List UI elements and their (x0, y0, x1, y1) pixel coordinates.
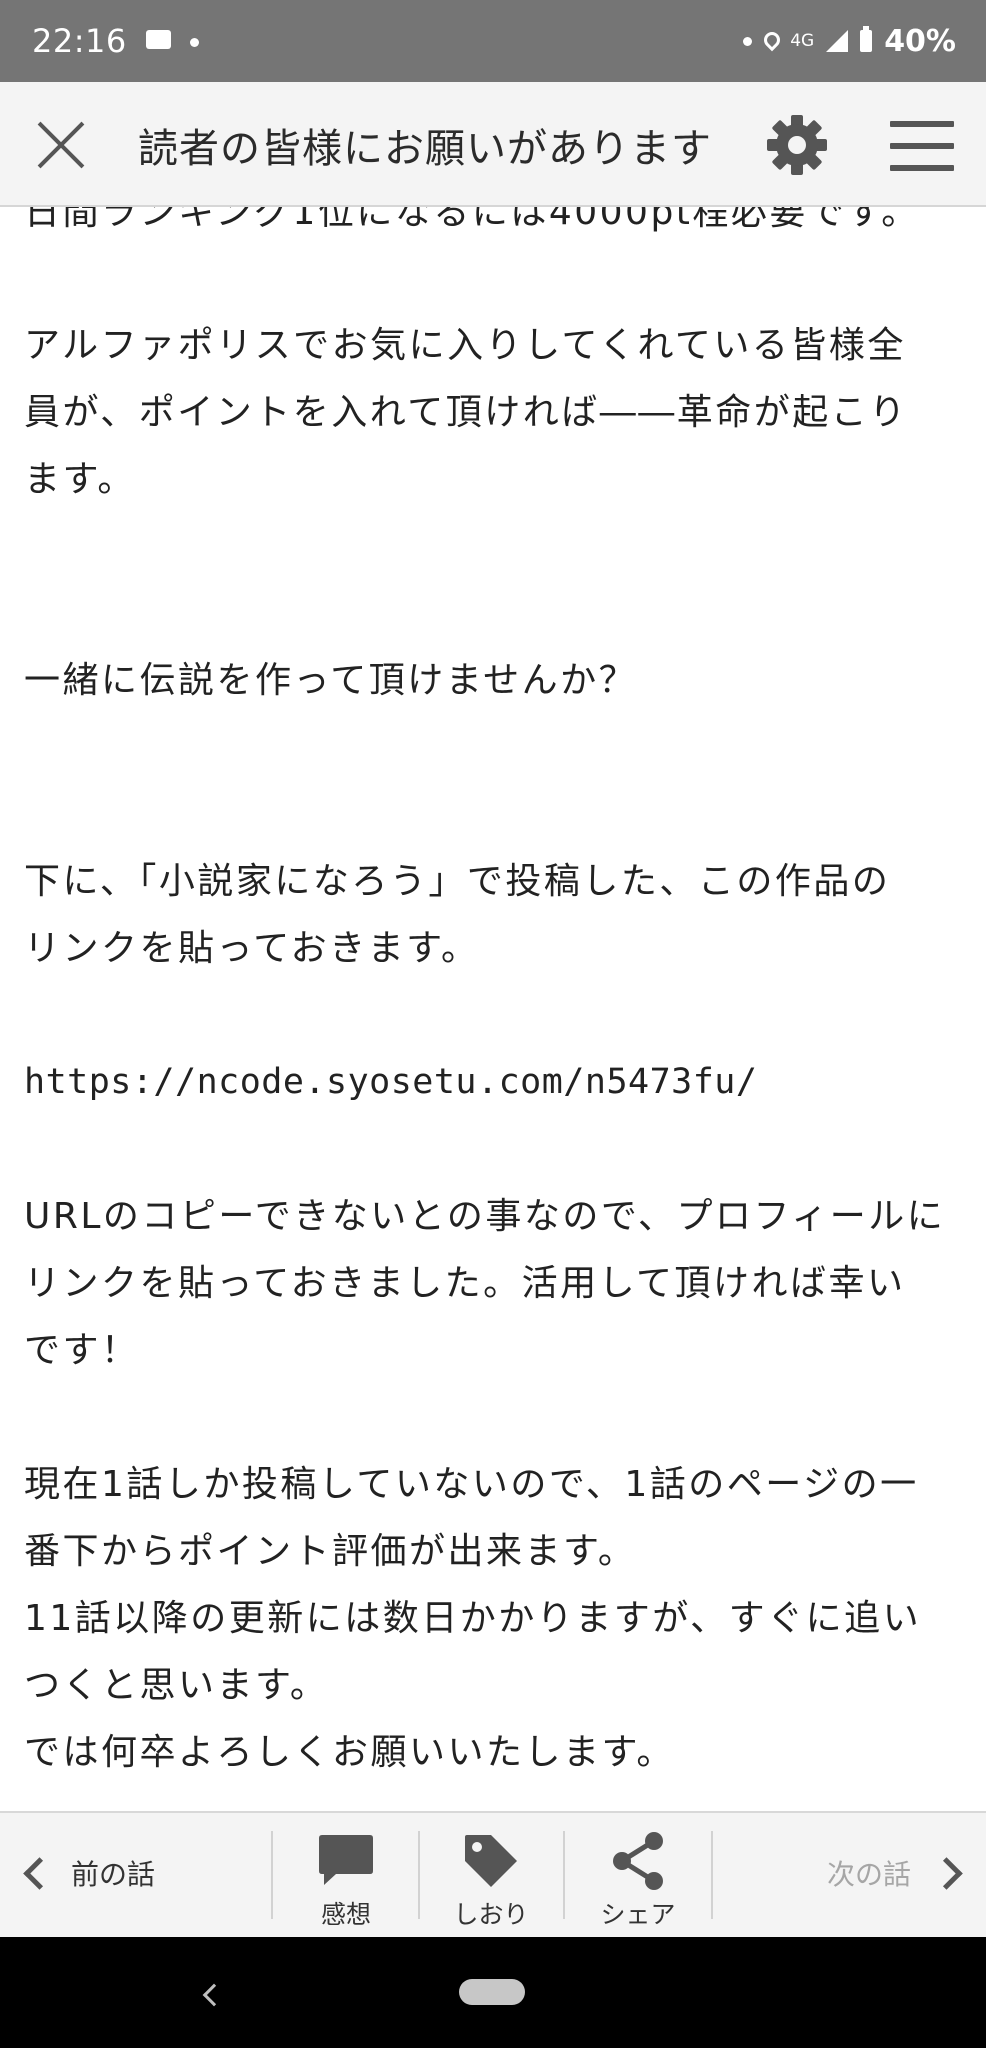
signal-icon (826, 30, 849, 52)
body-line: 11話以降の更新には数日かかりますが、すぐに追い (24, 1598, 922, 1639)
system-nav-bar (0, 1937, 986, 2048)
share-label: シェア (600, 1900, 676, 1929)
notification-dot-icon (743, 36, 753, 46)
next-chapter-button[interactable]: 次の話 (827, 1841, 964, 1905)
impressions-label: 感想 (320, 1900, 371, 1929)
hamburger-menu-icon[interactable] (890, 119, 954, 173)
status-time: 22:16 (32, 22, 127, 60)
back-icon[interactable] (202, 1983, 226, 2007)
chapter-body: 日間ランキング1位になるには4000pt程必要です。 アルファポリスでお気に入り… (0, 207, 986, 1811)
body-line: アルファポリスでお気に入りしてくれている皆様全 (24, 325, 906, 366)
status-bar: 22:16 4G 40% (0, 0, 986, 82)
body-line: では何卒よろしくお願いいたします。 (24, 1732, 675, 1773)
body-line: URLのコピーできないとの事なので、プロフィールに (24, 1196, 946, 1237)
share-button[interactable]: シェア (568, 1831, 708, 1931)
toolbar-divider (271, 1831, 273, 1919)
body-line: リンクを貼っておきます。 (24, 928, 480, 969)
work-url: https://ncode.syosetu.com/n5473fu/ (24, 1062, 758, 1102)
body-line: 員が、ポイントを入れて頂ければ――革命が起こり (24, 392, 908, 433)
chevron-left-icon (23, 1856, 56, 1890)
notification-dot-icon (190, 38, 199, 47)
battery-icon (860, 26, 873, 52)
tag-icon (465, 1835, 517, 1887)
body-line: 番下からポイント評価が出来ます。 (24, 1531, 637, 1572)
share-icon (613, 1832, 663, 1890)
chevron-right-icon (930, 1856, 963, 1890)
bookmark-label: しおり (453, 1900, 529, 1929)
app-header: 読者の皆様にお願いがあります (0, 82, 986, 207)
next-chapter-label: 次の話 (826, 1858, 911, 1891)
close-icon[interactable] (34, 118, 88, 172)
prev-chapter-button[interactable]: 前の話 (20, 1841, 155, 1905)
toolbar-divider (711, 1831, 713, 1919)
location-icon (764, 32, 778, 50)
body-line: ます。 (24, 459, 136, 500)
speech-bubble-icon (319, 1835, 373, 1885)
page-title: 読者の皆様にお願いがあります (138, 126, 712, 172)
prev-chapter-label: 前の話 (71, 1858, 156, 1891)
body-line: 一緒に伝説を作って頂けませんか？ (24, 660, 638, 701)
body-line: つくと思います。 (24, 1665, 329, 1706)
battery-percent: 40% (884, 23, 956, 59)
gear-icon[interactable] (766, 114, 828, 176)
toolbar-divider (418, 1831, 420, 1919)
impressions-button[interactable]: 感想 (276, 1831, 416, 1931)
home-pill-icon[interactable] (459, 1979, 525, 2005)
bookmark-button[interactable]: しおり (421, 1831, 561, 1931)
status-indicators: 4G 40% (743, 20, 956, 62)
body-line: 現在1話しか投稿していないので、1話のページの一 (24, 1464, 919, 1505)
body-line: です！ (24, 1330, 140, 1371)
network-type: 4G (790, 31, 815, 51)
body-line: 下に、「小説家になろう」で投稿した、この作品の (24, 861, 891, 902)
body-line: 日間ランキング1位になるには4000pt程必要です。 (24, 207, 920, 233)
toolbar-divider (563, 1831, 565, 1919)
chapter-toolbar: 前の話 感想 しおり シェア 次の話 (0, 1811, 986, 1937)
mail-icon (146, 30, 171, 49)
body-line: リンクを貼っておきました。活用して頂ければ幸い (24, 1263, 906, 1304)
